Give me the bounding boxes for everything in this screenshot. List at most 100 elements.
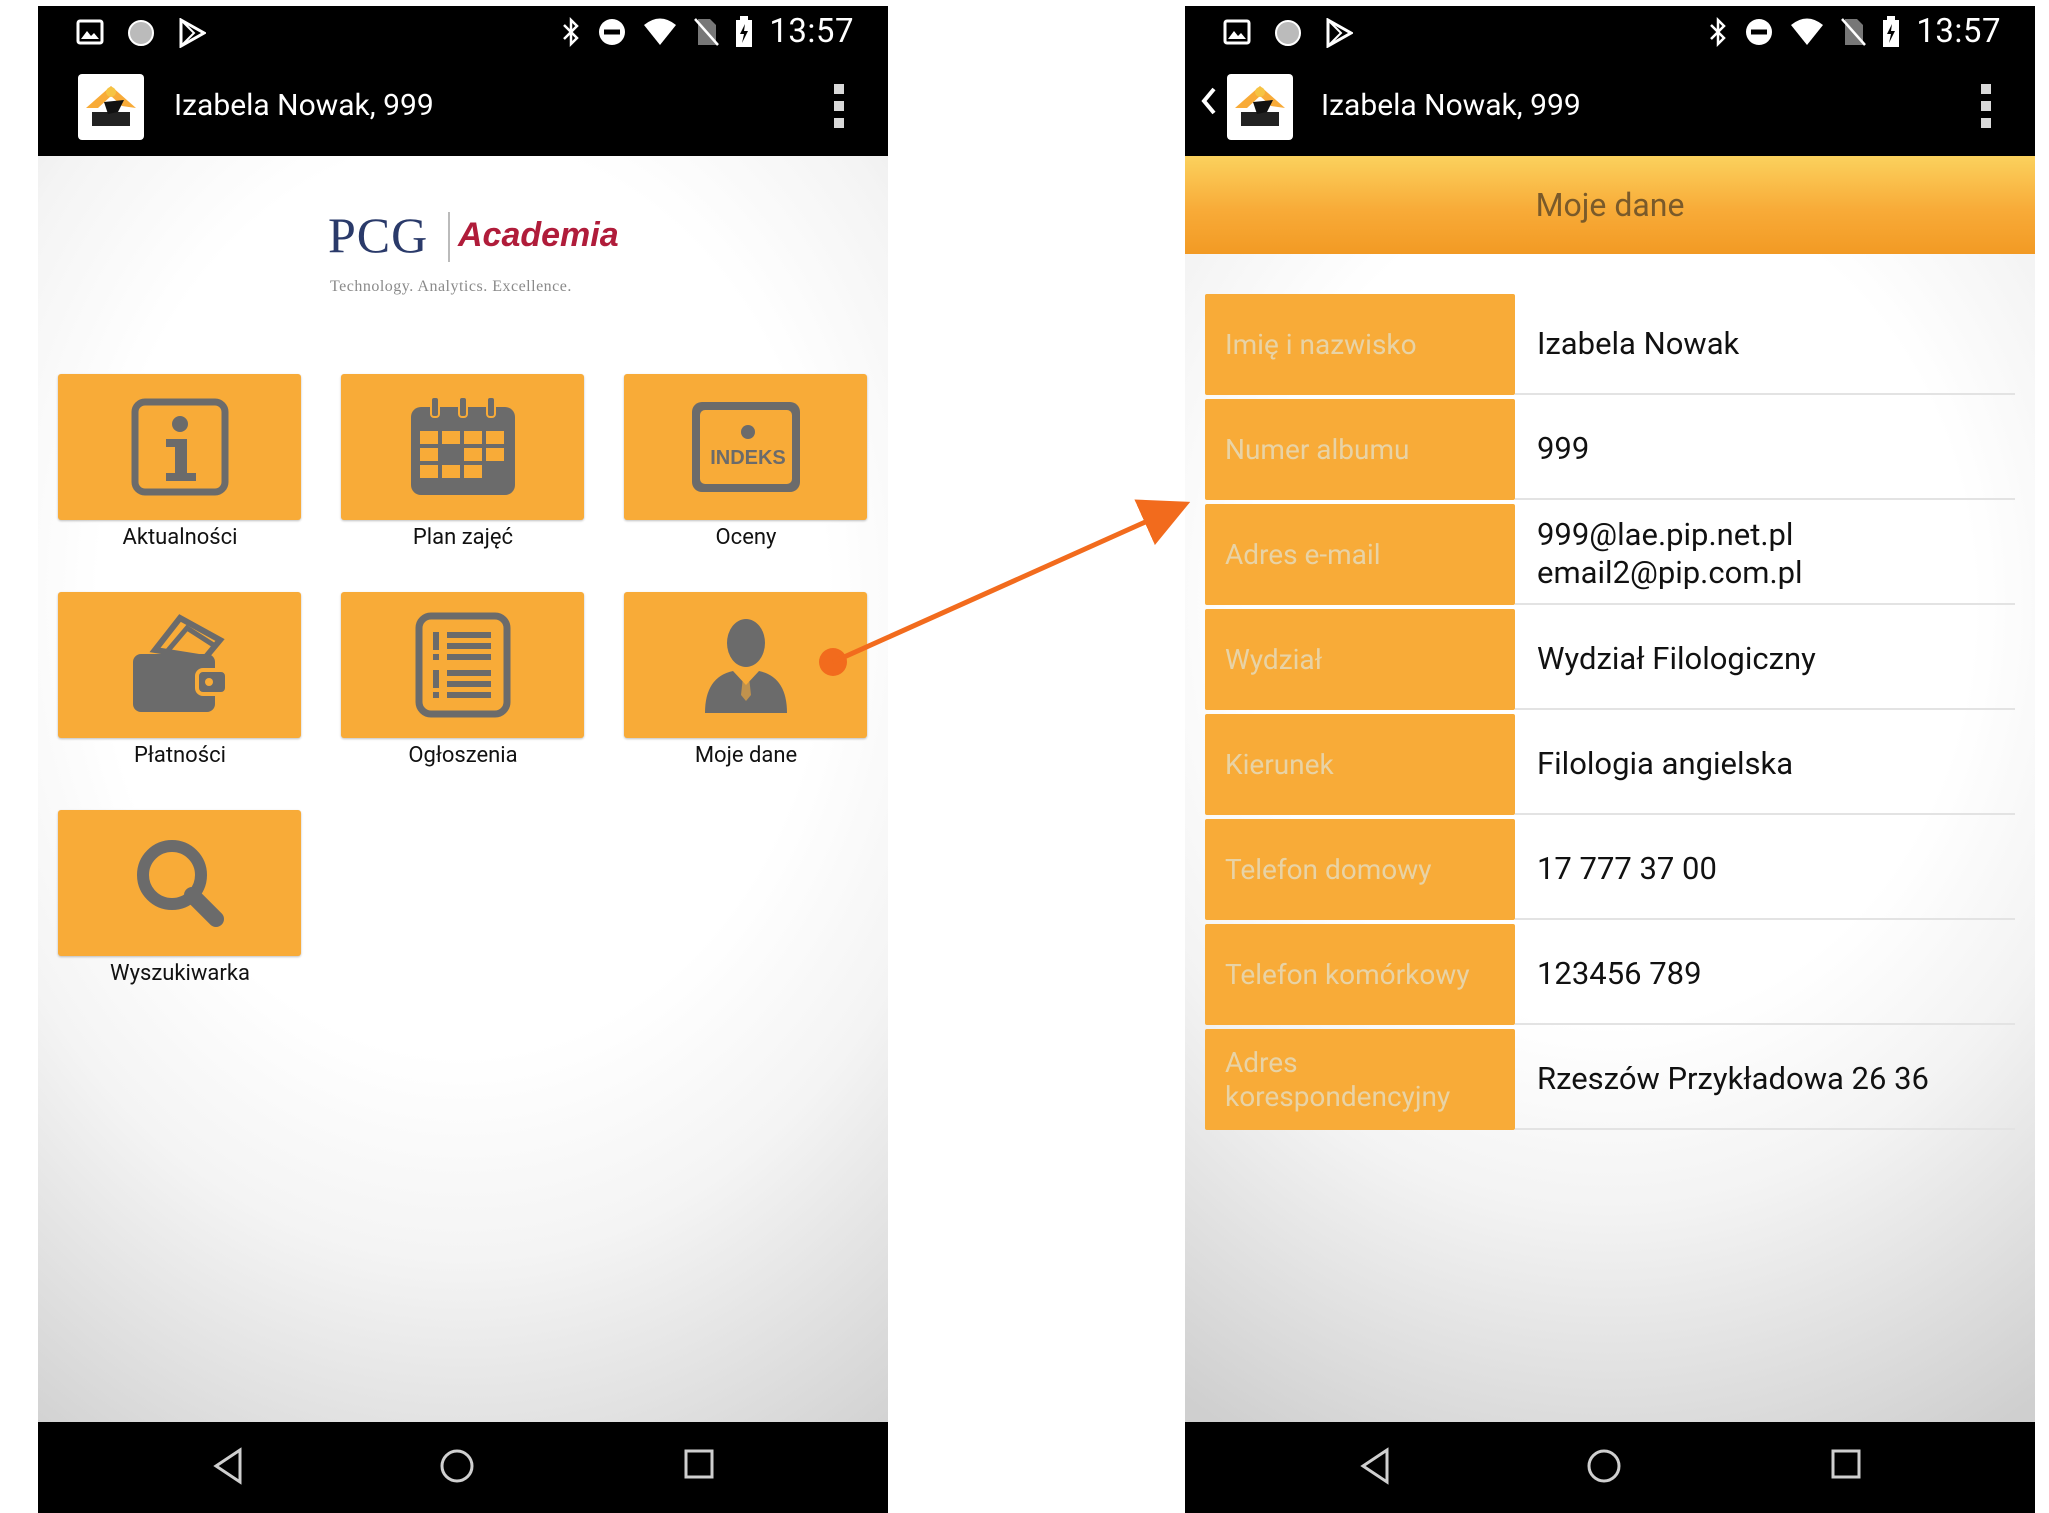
detail-row-home-phone: Telefon domowy 17 777 37 00 — [1205, 819, 2015, 920]
tile-label-wyszukiwarka: Wyszukiwarka — [110, 961, 250, 986]
detail-row-mobile-phone: Telefon komórkowy 123456 789 — [1205, 924, 2015, 1025]
detail-value-line: Izabela Nowak — [1537, 324, 1740, 362]
detail-value-line: Filologia angielska — [1537, 744, 1794, 782]
wifi-icon — [1791, 18, 1824, 45]
detail-label: Numer albumu — [1205, 399, 1515, 500]
nav-back-icon[interactable] — [212, 1447, 244, 1485]
search-icon — [136, 840, 224, 927]
tile-aktualnosci[interactable] — [58, 374, 301, 520]
detail-value-line: 123456 789 — [1537, 954, 1702, 992]
logo-separator — [448, 212, 450, 262]
detail-row-faculty: Wydział Wydział Filologiczny — [1205, 609, 2015, 710]
info-icon — [131, 398, 228, 496]
tile-label-moje-dane: Moje dane — [694, 743, 798, 768]
nav-home-icon[interactable] — [438, 1447, 476, 1485]
details-list: Imię i nazwisko Izabela Nowak Numer albu… — [1185, 254, 2035, 1422]
app-title: Izabela Nowak, 999 — [174, 88, 434, 123]
detail-value: 999 — [1515, 399, 2015, 500]
app-bar: Izabela Nowak, 999 — [1185, 58, 2035, 156]
tile-oceny[interactable]: INDEKS — [624, 374, 867, 520]
tile-moje-dane[interactable] — [624, 592, 867, 738]
phone-screen-menu: 13:57 Izabela Nowak, 999 PCG Academia Te… — [38, 6, 888, 1513]
detail-value: 17 777 37 00 — [1515, 819, 2015, 920]
tile-wyszukiwarka[interactable] — [58, 810, 301, 956]
bluetooth-icon — [1710, 16, 1727, 47]
tile-label-oceny: Oceny — [715, 525, 777, 550]
status-bar: 13:57 — [1185, 6, 2035, 58]
status-time: 13:57 — [1916, 12, 2001, 51]
detail-value: 123456 789 — [1515, 924, 2015, 1025]
no-sim-icon — [694, 17, 720, 46]
do-not-disturb-icon — [599, 18, 626, 45]
tile-ogloszenia[interactable] — [341, 592, 584, 738]
tile-platnosci[interactable] — [58, 592, 301, 738]
announcements-icon — [415, 612, 510, 718]
app-bar: Izabela Nowak, 999 — [38, 58, 888, 156]
record-notification-icon — [128, 20, 154, 46]
battery-charging-icon — [1883, 15, 1900, 47]
detail-row-mailing-address: Adres korespondencyjny Rzeszów Przykłado… — [1205, 1029, 2015, 1130]
nav-back-icon[interactable] — [1359, 1447, 1391, 1485]
detail-label: Adres korespondencyjny — [1205, 1029, 1515, 1130]
tile-plan-zajec[interactable] — [341, 374, 584, 520]
detail-row-field-of-study: Kierunek Filologia angielska — [1205, 714, 2015, 815]
app-logo-icon[interactable] — [78, 74, 144, 140]
tile-label-platnosci: Płatności — [134, 743, 226, 768]
system-nav-bar — [1185, 1422, 2035, 1513]
detail-row-email: Adres e-mail 999@lae.pip.net.pl email2@p… — [1205, 504, 2015, 605]
tile-label-plan-zajec: Plan zajęć — [412, 525, 514, 550]
no-sim-icon — [1841, 17, 1867, 46]
detail-label: Telefon komórkowy — [1205, 924, 1515, 1025]
logo-product: Academia — [458, 216, 619, 254]
detail-value: Izabela Nowak — [1515, 294, 2015, 395]
section-header: Moje dane — [1185, 156, 2035, 254]
detail-value: Filologia angielska — [1515, 714, 2015, 815]
tile-label-aktualnosci: Aktualności — [122, 525, 238, 550]
logo-tagline: Technology. Analytics. Excellence. — [330, 278, 572, 295]
nav-recent-apps-icon[interactable] — [1829, 1447, 1863, 1481]
detail-value-line: 999 — [1537, 429, 1590, 467]
section-title: Moje dane — [1535, 186, 1685, 224]
bluetooth-icon — [563, 16, 580, 47]
wifi-icon — [644, 18, 677, 45]
status-time: 13:57 — [769, 12, 854, 51]
nav-home-icon[interactable] — [1585, 1447, 1623, 1485]
play-store-icon — [1326, 18, 1353, 48]
record-notification-icon — [1275, 20, 1301, 46]
main-menu: PCG Academia Technology. Analytics. Exce… — [38, 156, 888, 1422]
system-nav-bar — [38, 1422, 888, 1513]
battery-charging-icon — [736, 15, 753, 47]
nav-recent-apps-icon[interactable] — [682, 1447, 716, 1481]
detail-value-line: Wydział Filologiczny — [1537, 639, 1816, 677]
image-notification-icon — [1223, 19, 1251, 45]
image-notification-icon — [76, 19, 104, 45]
detail-label: Wydział — [1205, 609, 1515, 710]
detail-value: Wydział Filologiczny — [1515, 609, 2015, 710]
calendar-icon — [410, 396, 515, 495]
overflow-menu-icon[interactable] — [1981, 84, 1991, 128]
wallet-icon — [132, 614, 229, 712]
phone-screen-details: 13:57 Izabela Nowak, 999 Moje dane Imię … — [1185, 6, 2035, 1513]
status-bar: 13:57 — [38, 6, 888, 58]
user-icon — [704, 619, 787, 713]
do-not-disturb-icon — [1746, 18, 1773, 45]
detail-value-line: 999@lae.pip.net.pl — [1537, 515, 1794, 553]
detail-label: Imię i nazwisko — [1205, 294, 1515, 395]
pcg-academia-logo: PCG Academia Technology. Analytics. Exce… — [328, 206, 628, 306]
detail-row-full-name: Imię i nazwisko Izabela Nowak — [1205, 294, 2015, 395]
app-title: Izabela Nowak, 999 — [1321, 88, 1581, 123]
index-book-icon: INDEKS — [691, 402, 800, 492]
detail-value-line: 17 777 37 00 — [1537, 849, 1717, 887]
detail-value: 999@lae.pip.net.pl email2@pip.com.pl — [1515, 504, 2015, 605]
back-chevron-icon[interactable] — [1201, 84, 1217, 118]
logo-brand: PCG — [328, 207, 429, 263]
app-logo-icon[interactable] — [1227, 74, 1293, 140]
detail-label: Adres e-mail — [1205, 504, 1515, 605]
overflow-menu-icon[interactable] — [834, 84, 844, 128]
tile-label-ogloszenia: Ogłoszenia — [408, 743, 518, 768]
detail-row-album-number: Numer albumu 999 — [1205, 399, 2015, 500]
detail-value-line: Rzeszów Przykładowa 26 36 — [1537, 1059, 1929, 1097]
detail-label: Kierunek — [1205, 714, 1515, 815]
index-book-text: INDEKS — [710, 447, 786, 469]
detail-value: Rzeszów Przykładowa 26 36 — [1515, 1029, 2015, 1130]
